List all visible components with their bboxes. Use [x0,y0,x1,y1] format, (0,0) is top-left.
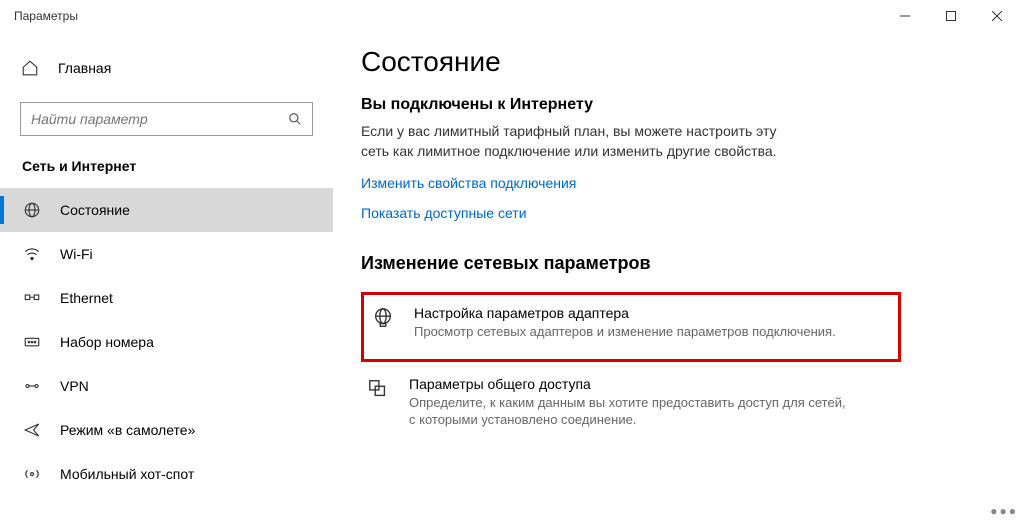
link-change-props[interactable]: Изменить свойства подключения [361,175,576,191]
maximize-button[interactable] [928,1,974,31]
search-input-wrap[interactable] [20,102,313,136]
wifi-icon [22,245,42,263]
option-adapter-settings[interactable]: Настройка параметров адаптера Просмотр с… [361,292,901,362]
airplane-icon [22,421,42,439]
sidebar-item-wifi[interactable]: Wi-Fi [20,232,313,276]
sidebar-item-status[interactable]: Состояние [0,188,333,232]
option-title: Параметры общего доступа [409,376,849,392]
link-show-networks[interactable]: Показать доступные сети [361,205,527,221]
sidebar-item-label: Wi-Fi [60,246,93,262]
window-title: Параметры [14,9,78,23]
search-icon [288,112,302,126]
change-settings-heading: Изменение сетевых параметров [361,253,984,274]
page-title: Состояние [361,46,984,78]
connected-heading: Вы подключены к Интернету [361,96,984,114]
option-desc: Просмотр сетевых адаптеров и изменение п… [414,323,836,341]
sidebar-item-label: Состояние [60,202,130,218]
globe-icon [22,201,42,219]
search-input[interactable] [31,111,288,127]
sidebar-section-title: Сеть и Интернет [20,158,313,174]
home-icon [20,59,40,77]
sidebar-item-label: Мобильный хот-спот [60,466,194,482]
sidebar: Главная Сеть и Интернет Состояние [0,32,333,524]
sidebar-home[interactable]: Главная [20,48,313,88]
sidebar-item-vpn[interactable]: VPN [20,364,313,408]
hotspot-icon [22,465,42,483]
sidebar-item-dialup[interactable]: Набор номера [20,320,313,364]
close-button[interactable] [974,1,1020,31]
sidebar-item-airplane[interactable]: Режим «в самолете» [20,408,313,452]
vpn-icon [22,377,42,395]
sharing-icon [365,376,391,429]
sidebar-item-ethernet[interactable]: Ethernet [20,276,313,320]
resize-grip: ●●● [990,504,1018,518]
sidebar-home-label: Главная [58,60,111,76]
dialup-icon [22,333,42,351]
connected-text: Если у вас лимитный тарифный план, вы мо… [361,122,791,161]
titlebar: Параметры [0,0,1024,32]
option-sharing-settings[interactable]: Параметры общего доступа Определите, к к… [361,368,901,437]
adapter-icon [370,305,396,341]
sidebar-item-hotspot[interactable]: Мобильный хот-спот [20,452,313,496]
sidebar-item-label: VPN [60,378,89,394]
sidebar-item-label: Ethernet [60,290,113,306]
sidebar-item-label: Режим «в самолете» [60,422,195,438]
option-desc: Определите, к каким данным вы хотите пре… [409,394,849,429]
option-title: Настройка параметров адаптера [414,305,836,321]
content-area: Состояние Вы подключены к Интернету Если… [333,32,1024,524]
minimize-button[interactable] [882,1,928,31]
ethernet-icon [22,289,42,307]
sidebar-item-label: Набор номера [60,334,154,350]
